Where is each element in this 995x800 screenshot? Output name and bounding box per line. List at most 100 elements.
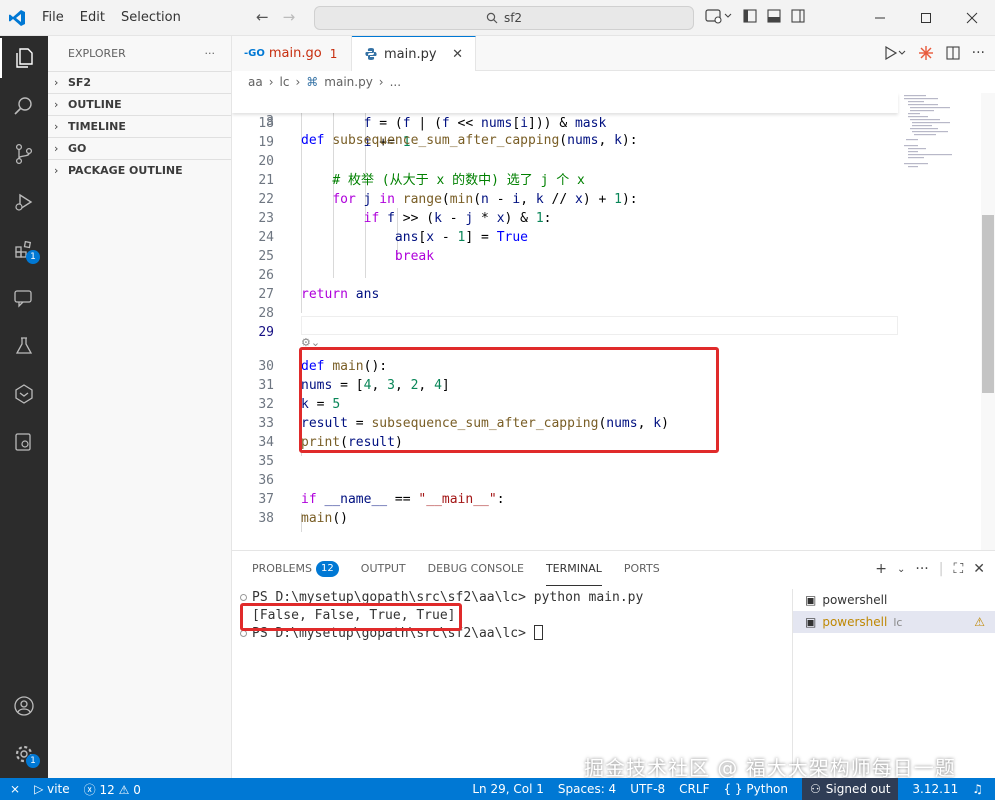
bottom-panel: PROBLEMS 12 OUTPUT DEBUG CONSOLE TERMINAL… xyxy=(232,550,995,779)
explorer-sidebar: EXPLORER ··· › SF2 › OUTLINE › TIMELINE › GO… xyxy=(48,36,232,778)
code-line[interactable]: 37 if __name__ == "__main__": xyxy=(232,490,898,509)
line-ending[interactable]: CRLF xyxy=(679,782,709,796)
explorer-icon[interactable] xyxy=(0,38,48,78)
close-panel-icon[interactable]: ✕ xyxy=(973,561,985,577)
back-arrow-icon[interactable]: ← xyxy=(256,8,269,26)
toggle-sidebar-icon[interactable] xyxy=(743,9,757,23)
copilot-icon[interactable] xyxy=(705,8,733,24)
breadcrumb-folder[interactable]: lc xyxy=(280,75,290,89)
section-package-outline[interactable]: › PACKAGE OUTLINE xyxy=(48,159,231,181)
more-actions-icon[interactable]: ··· xyxy=(205,47,216,60)
remote-chat-icon[interactable] xyxy=(0,278,48,318)
source-control-icon[interactable] xyxy=(0,134,48,174)
annotation-box-main xyxy=(299,347,719,453)
tab-debug-console[interactable]: DEBUG CONSOLE xyxy=(428,551,524,586)
panel-tab-label: TERMINAL xyxy=(545,561,602,575)
forward-arrow-icon[interactable]: → xyxy=(283,8,296,26)
copilot-activity-icon[interactable] xyxy=(0,374,48,414)
sticky-scroll-header[interactable]: 3 def subsequence_sum_after_capping(nums… xyxy=(232,93,898,148)
code-line[interactable]: 27 return ans xyxy=(232,285,898,304)
command-center-search[interactable]: sf2 xyxy=(314,6,694,30)
tab-label: main.go xyxy=(268,46,322,61)
editor-scrollbar[interactable] xyxy=(981,93,995,550)
account-status[interactable]: ⚇ Signed out xyxy=(802,778,899,800)
line-number: 36 xyxy=(258,473,274,488)
encoding[interactable]: UTF-8 xyxy=(630,782,665,796)
code-text: # 枚举 (从大于 x 的数中) 选了 j 个 x xyxy=(332,173,585,188)
scroll-thumb[interactable] xyxy=(982,215,994,393)
more-panel-actions-icon[interactable]: ··· xyxy=(915,561,928,577)
terminal-item[interactable]: ▣ powershell xyxy=(793,589,995,611)
panel-tab-label: OUTPUT xyxy=(360,562,406,575)
code-line[interactable]: 25 break xyxy=(232,247,898,266)
split-editor-icon[interactable] xyxy=(946,46,960,60)
settings-gear-icon[interactable]: 1 xyxy=(0,734,48,774)
remote-indicator-icon[interactable]: ⨯ xyxy=(10,782,20,796)
code-text: break xyxy=(394,249,435,264)
code-line[interactable]: 26 xyxy=(232,266,898,285)
run-debug-icon[interactable] xyxy=(0,182,48,222)
close-tab-icon[interactable]: ✕ xyxy=(452,47,463,62)
terminal-name: powershell xyxy=(822,615,888,629)
section-sf2[interactable]: › SF2 xyxy=(48,71,231,93)
breadcrumb-symbol[interactable]: ... xyxy=(390,75,401,89)
testing-flask-icon[interactable] xyxy=(0,326,48,366)
run-file-icon[interactable] xyxy=(884,46,906,60)
breadcrumb-separator-icon: › xyxy=(378,75,384,89)
minimap[interactable] xyxy=(898,93,981,550)
code-line[interactable]: 22 for j in range(min(n - i, k // x) + 1… xyxy=(232,190,898,209)
new-terminal-icon[interactable]: + xyxy=(875,561,887,577)
menu-selection[interactable]: Selection xyxy=(113,0,189,36)
maximize-panel-icon[interactable]: ⛶ xyxy=(953,561,963,577)
section-timeline[interactable]: › TIMELINE xyxy=(48,115,231,137)
maximize-icon[interactable] xyxy=(903,0,949,36)
terminal-item-selected[interactable]: ▣ powershell lc ⚠ xyxy=(793,611,995,633)
code-line[interactable]: 28 xyxy=(232,304,898,323)
breadcrumb-file[interactable]: main.py xyxy=(324,75,373,89)
section-outline[interactable]: › OUTLINE xyxy=(48,93,231,115)
language-mode[interactable]: { } Python xyxy=(723,782,788,796)
tab-problems[interactable]: PROBLEMS 12 xyxy=(252,551,339,586)
account-icon[interactable] xyxy=(0,686,48,726)
tab-terminal[interactable]: TERMINAL xyxy=(545,551,602,586)
separator: | xyxy=(938,561,944,577)
close-window-icon[interactable] xyxy=(949,0,995,36)
code-line[interactable]: 20 xyxy=(232,152,898,171)
tab-main-py[interactable]: main.py ✕ xyxy=(352,36,476,71)
tab-ports[interactable]: PORTS xyxy=(624,551,660,586)
vscode-window: File Edit Selection ← → sf2 1 1 EXPLORER… xyxy=(0,0,995,800)
toggle-secondary-sidebar-icon[interactable] xyxy=(791,9,805,23)
terminal-icon: ▣ xyxy=(805,593,817,607)
problems-status[interactable]: ⓧ 12 ⚠ 0 xyxy=(84,781,141,798)
section-go[interactable]: › GO xyxy=(48,137,231,159)
toggle-panel-icon[interactable] xyxy=(767,9,781,23)
code-line[interactable]: 21 # 枚举 (从大于 x 的数中) 选了 j 个 x xyxy=(232,171,898,190)
menu-file[interactable]: File xyxy=(34,0,72,36)
terminal-output[interactable]: PS D:\mysetup\gopath\src\sf2\aa\lc> pyth… xyxy=(232,589,787,779)
code-line[interactable]: 24 ans[x - 1] = True xyxy=(232,228,898,247)
breadcrumb-folder[interactable]: aa xyxy=(248,75,263,89)
code-editor[interactable]: 3 def subsequence_sum_after_capping(nums… xyxy=(232,93,995,550)
remote-explorer-icon[interactable] xyxy=(0,422,48,462)
python-version[interactable]: 3.12.11 xyxy=(912,782,958,796)
code-text: ans[x - 1] = True xyxy=(394,230,528,245)
tab-main-go[interactable]: -GO main.go 1 xyxy=(232,36,352,71)
braces-icon: { } xyxy=(723,782,743,796)
code-line[interactable]: 35 xyxy=(232,452,898,471)
code-line[interactable]: 29 xyxy=(232,323,898,342)
vite-status[interactable]: ▷ vite xyxy=(34,782,70,796)
indentation[interactable]: Spaces: 4 xyxy=(558,782,616,796)
code-line[interactable]: 23 if f >> (k - j * x) & 1: xyxy=(232,209,898,228)
terminal-dropdown-icon[interactable]: ⌄ xyxy=(897,564,905,575)
code-line[interactable]: 38 main() xyxy=(232,509,898,528)
sparkle-icon[interactable] xyxy=(918,45,934,61)
more-editor-actions-icon[interactable]: ··· xyxy=(972,45,985,61)
tab-output[interactable]: OUTPUT xyxy=(361,551,406,586)
menu-edit[interactable]: Edit xyxy=(72,0,113,36)
cursor-position[interactable]: Ln 29, Col 1 xyxy=(472,782,544,796)
code-line[interactable]: 36 xyxy=(232,471,898,490)
notifications-bell-icon[interactable]: ♫ xyxy=(972,782,983,796)
search-view-icon[interactable] xyxy=(0,86,48,126)
extensions-icon[interactable]: 1 xyxy=(0,230,48,270)
minimize-icon[interactable] xyxy=(857,0,903,36)
